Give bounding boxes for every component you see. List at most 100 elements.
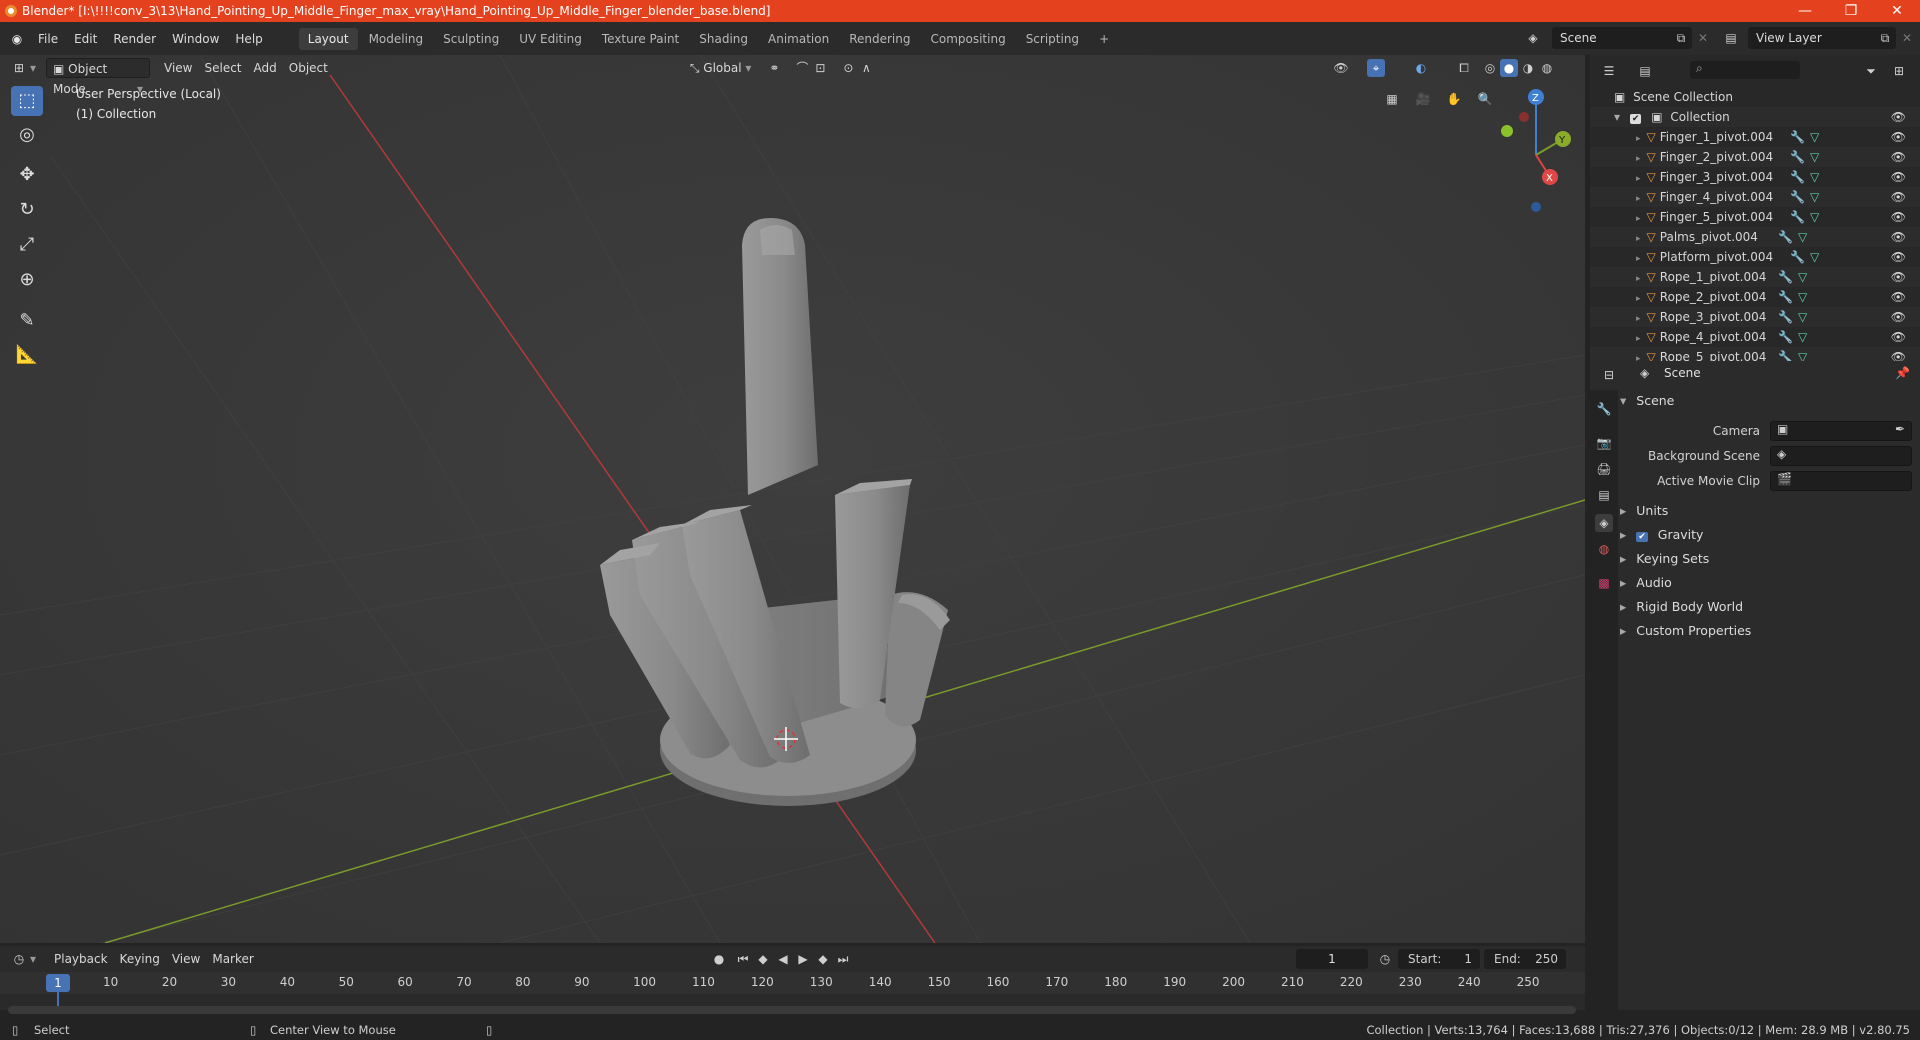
render-tab-icon[interactable]: 📷 [1595, 434, 1613, 452]
mesh-data-icon[interactable]: ▽ [1810, 207, 1819, 227]
scene-new-icon[interactable]: ⧉ [1672, 29, 1690, 47]
modifier-icon[interactable]: 🔧 [1790, 127, 1805, 147]
expand-arrow-icon[interactable]: ▸ [1636, 254, 1641, 264]
blender-menu-icon[interactable]: ◉ [8, 30, 26, 48]
mesh-data-icon[interactable]: ▽ [1810, 247, 1819, 267]
select-box-tool[interactable]: ⬚ [11, 86, 43, 116]
scene-browse-icon[interactable]: ◈ [1524, 29, 1542, 47]
menu-view[interactable]: View [158, 58, 198, 78]
outliner-item[interactable]: ▸ ▽ Platform_pivot.004 🔧 ▽ 👁 [1590, 247, 1920, 267]
background-scene-field[interactable]: ◈ [1770, 446, 1912, 466]
mesh-data-icon[interactable]: ▽ [1810, 147, 1819, 167]
outliner-search-input[interactable]: ⌕ [1690, 61, 1800, 79]
3d-viewport[interactable]: Z Y X [0, 55, 1585, 943]
mode-selector[interactable]: ▣ Object Mode ▾ [46, 58, 150, 96]
menu-file[interactable]: File [30, 28, 66, 50]
eye-icon[interactable]: 👁 [1891, 207, 1906, 227]
record-icon[interactable]: ● [710, 950, 728, 968]
eye-icon[interactable]: 👁 [1891, 307, 1906, 327]
view-layer-new-icon[interactable]: ⧉ [1876, 29, 1894, 47]
menu-edit[interactable]: Edit [66, 28, 105, 50]
active-movie-clip-field[interactable]: 🎬 [1770, 471, 1912, 491]
pivot-point-icon[interactable]: ⚭ [765, 59, 783, 77]
expand-arrow-icon[interactable]: ▸ [1636, 294, 1641, 304]
texture-tab-icon[interactable]: ▩ [1595, 574, 1613, 592]
tab-modeling[interactable]: Modeling [360, 28, 433, 50]
falloff-icon[interactable]: ∧ [857, 59, 875, 77]
outliner-item[interactable]: ▸ ▽ Rope_2_pivot.004 🔧 ▽ 👁 [1590, 287, 1920, 307]
eye-icon[interactable]: 👁 [1891, 327, 1906, 347]
scene-tab-icon[interactable]: ◈ [1595, 514, 1613, 532]
modifier-icon[interactable]: 🔧 [1778, 287, 1793, 307]
expand-arrow-icon[interactable]: ▸ [1636, 134, 1641, 144]
editor-type-icon[interactable]: ⊞ [10, 59, 28, 77]
scene-panel-header[interactable]: ▾ Scene [1620, 390, 1915, 412]
modifier-icon[interactable]: 🔧 [1778, 267, 1793, 287]
output-tab-icon[interactable]: 🖨 [1595, 460, 1613, 478]
camera-view-icon[interactable]: 🎥 [1414, 90, 1432, 108]
outliner-item[interactable]: ▸ ▽ Finger_5_pivot.004 🔧 ▽ 👁 [1590, 207, 1920, 227]
menu-keying[interactable]: Keying [114, 949, 166, 969]
scale-tool[interactable]: ⤢ [11, 230, 43, 260]
eye-icon[interactable]: 👁 [1891, 107, 1906, 127]
menu-playback[interactable]: Playback [48, 949, 114, 969]
end-frame-field[interactable]: End: 250 [1484, 949, 1566, 969]
eye-icon[interactable]: 👁 [1891, 127, 1906, 147]
expand-arrow-icon[interactable]: ▸ [1636, 214, 1641, 224]
units-panel-header[interactable]: ▸ Units [1620, 500, 1915, 522]
expand-arrow-icon[interactable]: ▸ [1636, 314, 1641, 324]
minimize-button[interactable]: — [1782, 0, 1828, 22]
visibility-icon[interactable]: 👁 [1332, 59, 1350, 77]
scene-remove-icon[interactable]: ✕ [1694, 29, 1712, 47]
world-tab-icon[interactable]: ◍ [1595, 540, 1613, 558]
tab-scripting[interactable]: Scripting [1017, 28, 1088, 50]
jump-start-icon[interactable]: ⏮ [734, 950, 752, 968]
tab-compositing[interactable]: Compositing [921, 28, 1014, 50]
outliner-scene-collection[interactable]: ▣ Scene Collection [1590, 87, 1920, 107]
timeline-scrollbar[interactable] [8, 1006, 1576, 1014]
modifier-icon[interactable]: 🔧 [1778, 327, 1793, 347]
new-collection-icon[interactable]: ⊞ [1890, 62, 1908, 80]
current-frame-field[interactable]: 1 [1296, 949, 1368, 969]
menu-timeline-view[interactable]: View [166, 949, 206, 969]
play-icon[interactable]: ▶ [794, 950, 812, 968]
chevron-down-icon[interactable]: ▾ [28, 950, 38, 968]
material-shading-icon[interactable]: ◑ [1519, 59, 1537, 77]
display-mode-icon[interactable]: ▤ [1636, 62, 1654, 80]
tab-layout[interactable]: Layout [298, 27, 358, 50]
gravity-panel-header[interactable]: ▸ ✔ Gravity [1620, 524, 1915, 546]
menu-object[interactable]: Object [283, 58, 334, 78]
outliner-item[interactable]: ▸ ▽ Finger_2_pivot.004 🔧 ▽ 👁 [1590, 147, 1920, 167]
mesh-data-icon[interactable]: ▽ [1810, 187, 1819, 207]
filter-icon[interactable]: ⏷ [1862, 62, 1880, 80]
jump-end-icon[interactable]: ⏭ [834, 950, 852, 968]
mesh-data-icon[interactable]: ▽ [1798, 287, 1807, 307]
modifier-icon[interactable]: 🔧 [1790, 207, 1805, 227]
transform-tool[interactable]: ⊕ [11, 265, 43, 295]
outliner-item[interactable]: ▸ ▽ Palms_pivot.004 🔧 ▽ 👁 [1590, 227, 1920, 247]
menu-help[interactable]: Help [227, 28, 270, 50]
rotate-tool[interactable]: ↻ [11, 195, 43, 225]
modifier-icon[interactable]: 🔧 [1778, 227, 1793, 247]
keying-sets-panel-header[interactable]: ▸ Keying Sets [1620, 548, 1915, 570]
outliner-item[interactable]: ▸ ▽ Rope_3_pivot.004 🔧 ▽ 👁 [1590, 307, 1920, 327]
expand-arrow-icon[interactable]: ▸ [1636, 234, 1641, 244]
outliner-item[interactable]: ▸ ▽ Finger_3_pivot.004 🔧 ▽ 👁 [1590, 167, 1920, 187]
outliner-item[interactable]: ▸ ▽ Finger_1_pivot.004 🔧 ▽ 👁 [1590, 127, 1920, 147]
view-layer-browse-icon[interactable]: ▤ [1722, 29, 1740, 47]
modifier-icon[interactable]: 🔧 [1790, 167, 1805, 187]
eye-icon[interactable]: 👁 [1891, 147, 1906, 167]
tab-uv-editing[interactable]: UV Editing [510, 28, 591, 50]
mesh-data-icon[interactable]: ▽ [1810, 167, 1819, 187]
view-layer-remove-icon[interactable]: ✕ [1898, 29, 1916, 47]
timeline-editor-icon[interactable]: ◷ [10, 950, 28, 968]
view-layer-selector[interactable]: View Layer [1748, 27, 1896, 49]
camera-field[interactable]: ▣ ✒ [1770, 421, 1912, 441]
pan-hand-icon[interactable]: ✋ [1445, 90, 1463, 108]
playhead-marker[interactable]: 1 [46, 974, 70, 992]
outliner-collection[interactable]: ▾ ✔ ▣ Collection 👁 [1590, 107, 1920, 127]
menu-window[interactable]: Window [164, 28, 227, 50]
view-layer-tab-icon[interactable]: ▤ [1595, 486, 1613, 504]
next-keyframe-icon[interactable]: ◆ [814, 950, 832, 968]
eye-icon[interactable]: 👁 [1891, 247, 1906, 267]
